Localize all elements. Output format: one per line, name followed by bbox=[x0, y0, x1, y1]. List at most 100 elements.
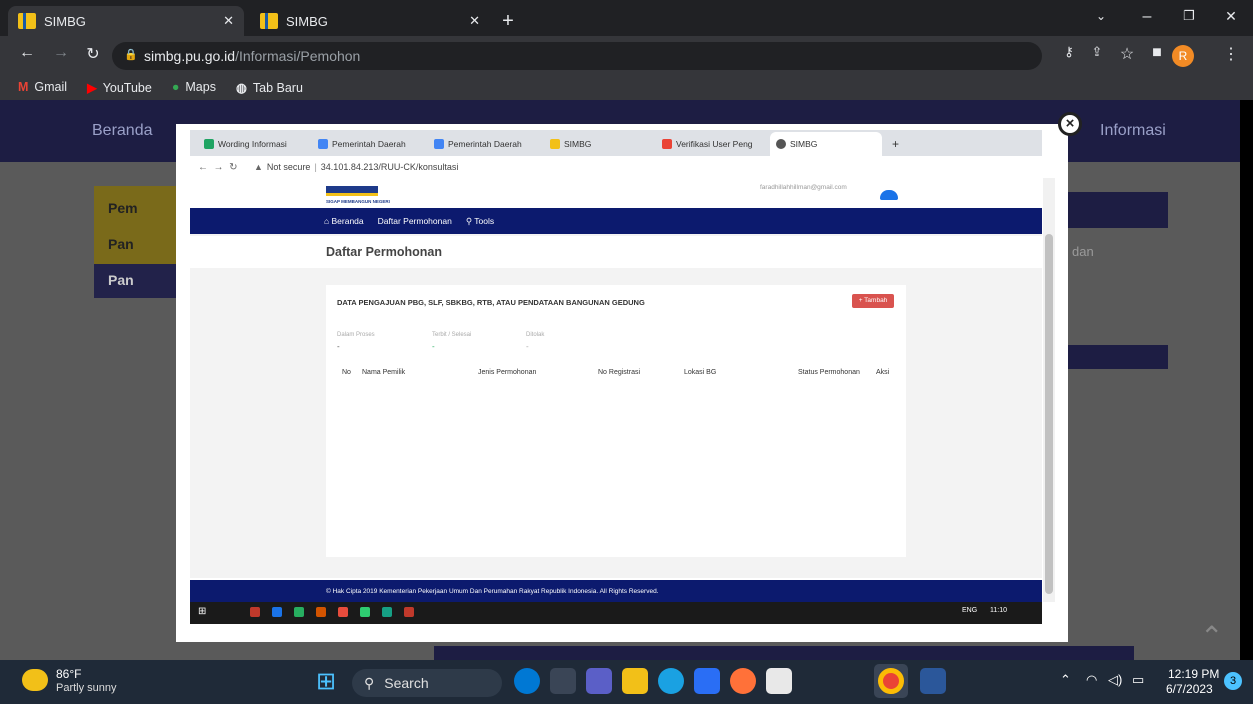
close-window-icon[interactable]: ✕ bbox=[1222, 8, 1240, 25]
word-icon[interactable] bbox=[920, 668, 946, 694]
inner-app-icon[interactable] bbox=[272, 607, 282, 617]
scroll-top-chevron-icon[interactable]: ⌃ bbox=[1200, 620, 1223, 653]
title-strip bbox=[190, 236, 1042, 268]
key-icon[interactable]: ⚷ bbox=[1060, 44, 1078, 60]
inner-url: 34.101.84.213/RUU-CK/konsultasi bbox=[320, 162, 459, 172]
bookmark-gmail[interactable]: M Gmail bbox=[18, 80, 67, 94]
close-tab-icon[interactable]: ✕ bbox=[223, 13, 234, 29]
sidepanel-icon[interactable]: ■ bbox=[1148, 44, 1166, 62]
minimize-icon[interactable]: – bbox=[1138, 8, 1156, 26]
inner-app-icon[interactable] bbox=[382, 607, 392, 617]
bg-nav-info[interactable]: Informasi bbox=[1100, 122, 1166, 140]
search-icon: ⚲ bbox=[364, 674, 375, 691]
pupr-logo bbox=[326, 186, 378, 196]
inner-nav-beranda[interactable]: ⌂ Beranda bbox=[324, 216, 364, 226]
wifi-icon[interactable]: ◠ bbox=[1086, 672, 1097, 688]
inner-tab-1[interactable]: Wording Informasi bbox=[198, 132, 308, 156]
filter-rejected-value: - bbox=[526, 342, 529, 351]
bookmark-star-icon[interactable]: ☆ bbox=[1118, 44, 1136, 64]
back-icon[interactable]: ← bbox=[18, 44, 36, 62]
bg-side-item-1[interactable]: Pem bbox=[108, 200, 138, 216]
inner-app-icon[interactable] bbox=[316, 607, 326, 617]
edge-icon[interactable] bbox=[658, 668, 684, 694]
tray-chevron-icon[interactable]: ⌃ bbox=[1060, 672, 1071, 688]
inner-start-icon[interactable]: ⊞ bbox=[198, 606, 206, 617]
bg-side-item-3[interactable]: Pan bbox=[108, 272, 134, 288]
reload-icon[interactable]: ↻ bbox=[84, 44, 102, 64]
notification-badge[interactable]: 3 bbox=[1224, 672, 1242, 690]
menu-icon[interactable]: ⋮ bbox=[1222, 44, 1240, 64]
inner-scrollbar[interactable] bbox=[1043, 178, 1055, 602]
store-icon[interactable] bbox=[766, 668, 792, 694]
inner-nav-daftar[interactable]: Daftar Permohonan bbox=[378, 216, 452, 226]
battery-icon[interactable]: ▭ bbox=[1132, 672, 1144, 688]
teams-icon[interactable] bbox=[586, 668, 612, 694]
inner-app-icon[interactable] bbox=[294, 607, 304, 617]
bg-side-text: dan bbox=[1072, 244, 1094, 259]
volume-icon[interactable]: ◁) bbox=[1108, 672, 1122, 688]
clock-date[interactable]: 6/7/2023 bbox=[1166, 682, 1213, 696]
inner-tab-2[interactable]: Pemerintah Daerah bbox=[312, 132, 424, 156]
popup-close-button[interactable]: × bbox=[1058, 112, 1082, 136]
tab-title: SIMBG bbox=[44, 13, 86, 29]
task-view-icon[interactable] bbox=[550, 668, 576, 694]
inner-clock: 11:10 bbox=[990, 607, 1007, 614]
inner-tab-4[interactable]: SIMBG bbox=[544, 132, 652, 156]
scrollbar-thumb[interactable] bbox=[1045, 234, 1053, 594]
url-host: simbg.pu.go.id bbox=[144, 48, 236, 64]
clock-time[interactable]: 12:19 PM bbox=[1168, 667, 1219, 681]
inner-header bbox=[190, 178, 1042, 208]
inner-tab-6[interactable]: SIMBG bbox=[770, 132, 882, 156]
inner-lang: ENG bbox=[962, 607, 978, 614]
inner-app-icon[interactable] bbox=[250, 607, 260, 617]
copyright-text: © Hak Cipta 2019 Kementerian Pekerjaan U… bbox=[326, 587, 659, 595]
filter-in-process-value: - bbox=[337, 342, 340, 351]
bg-sidebar-dark bbox=[94, 264, 176, 298]
globe-icon: ◍ bbox=[235, 80, 247, 95]
warning-icon: ▲ bbox=[254, 162, 263, 172]
docs-icon bbox=[434, 139, 444, 149]
bing-icon[interactable] bbox=[514, 668, 540, 694]
browser-tab-1[interactable]: SIMBG ✕ bbox=[8, 6, 244, 36]
col-type: Jenis Permohonan bbox=[478, 369, 537, 376]
inner-nav-tools[interactable]: ⚲ Tools bbox=[466, 216, 494, 227]
tab-search-icon[interactable]: ⌄ bbox=[1092, 9, 1110, 23]
col-action: Aksi bbox=[876, 369, 890, 376]
bg-side-item-2[interactable]: Pan bbox=[108, 236, 134, 252]
windows-start-icon[interactable]: ⊞ bbox=[316, 670, 340, 694]
chrome-icon[interactable] bbox=[878, 668, 904, 694]
taskbar-search[interactable]: ⚲ Search bbox=[352, 669, 502, 697]
share-icon[interactable]: ⇪ bbox=[1088, 44, 1106, 60]
file-explorer-icon[interactable] bbox=[622, 668, 648, 694]
close-tab-icon[interactable]: ✕ bbox=[469, 13, 480, 29]
browser-tab-2[interactable]: SIMBG ✕ bbox=[250, 6, 490, 36]
firefox-icon[interactable] bbox=[730, 668, 756, 694]
weather-temp[interactable]: 86°F bbox=[56, 667, 81, 681]
inner-tab-3[interactable]: Pemerintah Daerah bbox=[428, 132, 540, 156]
address-bar[interactable]: 🔒 simbg.pu.go.id/Informasi/Pemohon bbox=[112, 42, 1042, 70]
globe-icon bbox=[776, 139, 786, 149]
bookmark-tab-baru[interactable]: ◍ Tab Baru bbox=[236, 80, 303, 95]
user-avatar-icon[interactable] bbox=[880, 190, 898, 200]
inner-new-tab-button[interactable]: + bbox=[892, 137, 899, 151]
url-path: /Informasi/Pemohon bbox=[235, 48, 361, 64]
forward-icon[interactable]: → bbox=[52, 44, 70, 62]
simbg-favicon bbox=[18, 13, 36, 29]
weather-desc[interactable]: Partly sunny bbox=[56, 682, 117, 694]
inner-tab-5[interactable]: Verifikasi User Peng bbox=[656, 132, 766, 156]
inner-address-bar[interactable]: ← → ↻ ▲ Not secure | 34.101.84.213/RUU-C… bbox=[190, 156, 1042, 178]
bookmark-youtube[interactable]: ▶ YouTube bbox=[87, 80, 152, 95]
add-button[interactable]: + Tambah bbox=[852, 294, 894, 308]
inner-app-icon[interactable] bbox=[338, 607, 348, 617]
inner-app-icon[interactable] bbox=[404, 607, 414, 617]
new-tab-button[interactable]: + bbox=[498, 10, 518, 33]
gmail-icon: M bbox=[18, 80, 29, 94]
restore-icon[interactable]: ❐ bbox=[1180, 8, 1198, 24]
filter-in-process-label: Dalam Proses bbox=[337, 332, 375, 338]
bookmark-maps[interactable]: ● Maps bbox=[172, 80, 216, 94]
filter-done-label: Terbit / Selesai bbox=[432, 332, 472, 338]
app-icon[interactable] bbox=[694, 668, 720, 694]
inner-app-icon[interactable] bbox=[360, 607, 370, 617]
bg-nav-home[interactable]: Beranda bbox=[92, 122, 153, 140]
profile-avatar[interactable]: R bbox=[1172, 45, 1194, 67]
